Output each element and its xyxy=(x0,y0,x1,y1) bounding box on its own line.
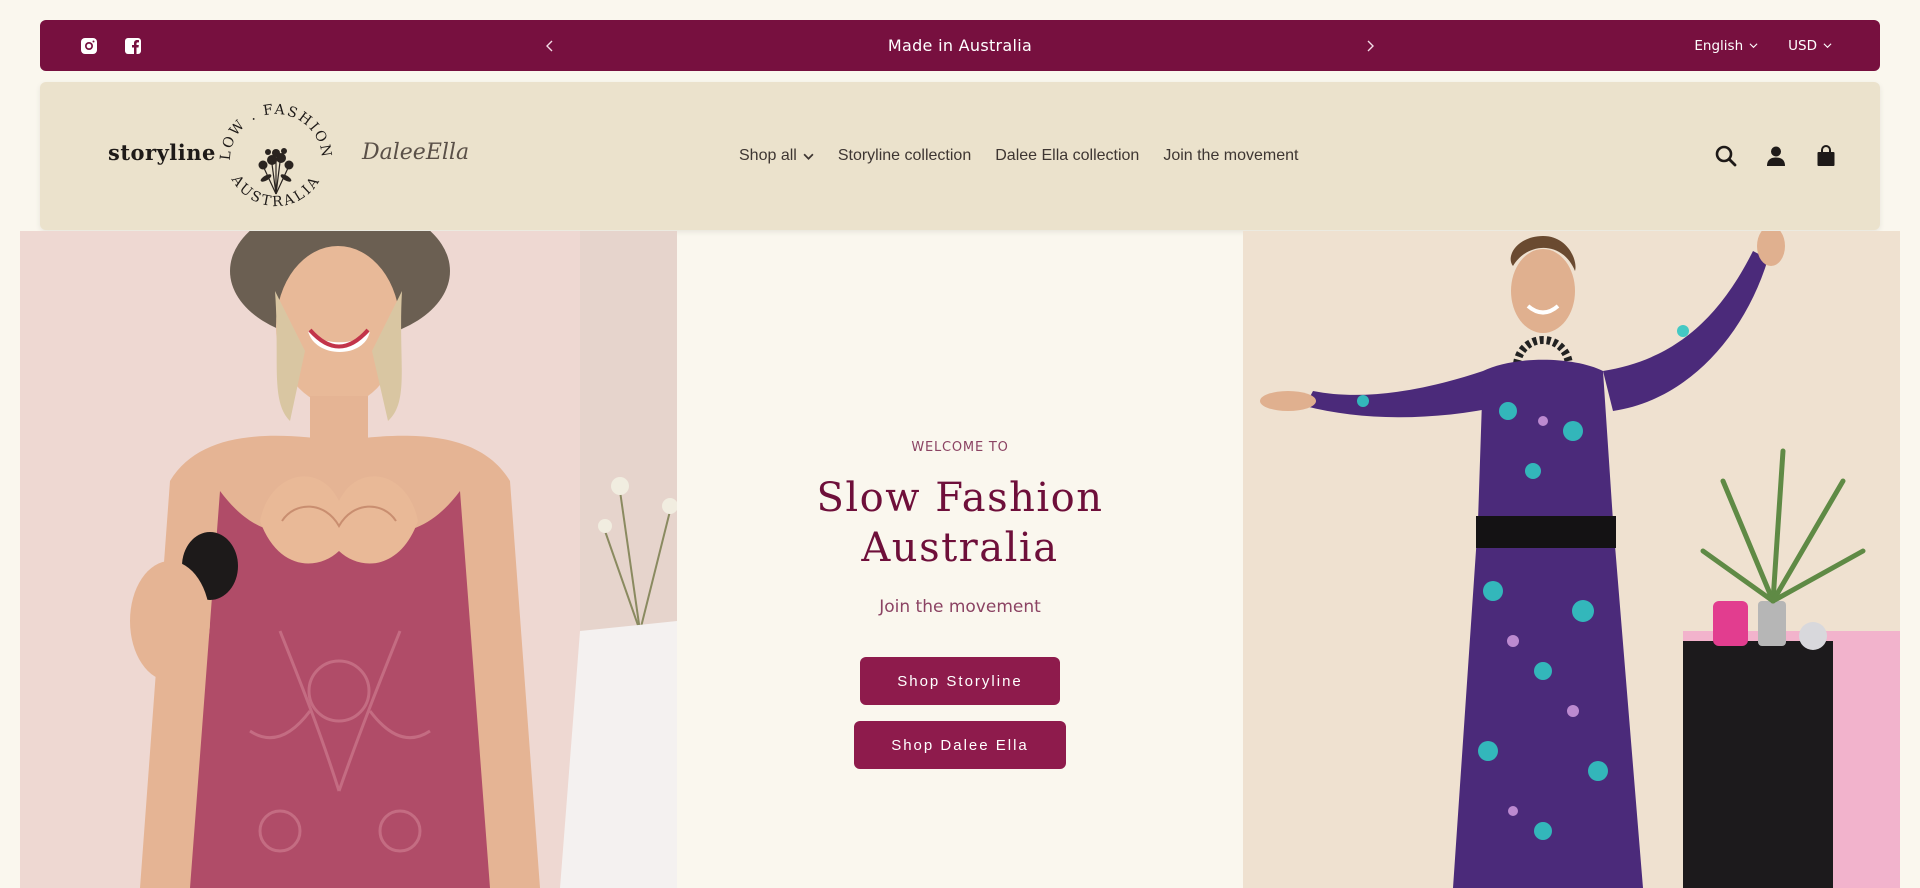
localization: English USD xyxy=(1694,20,1832,71)
nav-join-the-movement[interactable]: Join the movement xyxy=(1163,147,1298,165)
language-selector[interactable]: English xyxy=(1694,38,1758,54)
cart-icon[interactable] xyxy=(1814,144,1838,168)
instagram-icon[interactable] xyxy=(80,37,98,55)
storyline-logo[interactable]: storyline xyxy=(108,140,216,165)
chevron-left-icon[interactable] xyxy=(545,20,555,71)
hero-content: WELCOME TO Slow Fashion Australia Join t… xyxy=(677,231,1243,888)
dalee-ella-logo[interactable]: DaleeElla xyxy=(362,140,469,165)
currency-selector[interactable]: USD xyxy=(1788,38,1832,54)
slow-fashion-australia-seal-logo[interactable]: SLOW . FASHION . AUSTRALIA xyxy=(212,94,340,218)
nav-label: Join the movement xyxy=(1163,147,1299,164)
site-header: storyline SLOW . FASHION . AUSTRALIA Dal… xyxy=(40,82,1880,230)
shop-storyline-button[interactable]: Shop Storyline xyxy=(860,657,1060,705)
hero-image-storyline xyxy=(20,231,677,888)
announcement-text: Made in Australia xyxy=(887,36,1033,55)
header-icons xyxy=(1714,82,1838,230)
shop-dalee-ella-button[interactable]: Shop Dalee Ella xyxy=(854,721,1066,769)
nav-shop-all[interactable]: Shop all xyxy=(739,147,814,165)
nav-label: Storyline collection xyxy=(837,147,972,164)
chevron-down-icon xyxy=(1749,43,1758,49)
chevron-down-icon xyxy=(803,153,814,160)
nav-storyline-collection[interactable]: Storyline collection xyxy=(838,147,971,165)
facebook-icon[interactable] xyxy=(124,37,142,55)
nav-label: Dalee Ella collection xyxy=(995,147,1140,164)
nav-label: Shop all xyxy=(739,147,797,164)
social-links xyxy=(80,20,142,71)
hero-image-dalee-ella xyxy=(1243,231,1900,888)
hero-subtitle: Join the movement xyxy=(879,597,1041,617)
chevron-right-icon[interactable] xyxy=(1365,20,1375,71)
language-label: English xyxy=(1694,37,1744,54)
search-icon[interactable] xyxy=(1714,144,1738,168)
chevron-down-icon xyxy=(1823,43,1832,49)
account-icon[interactable] xyxy=(1764,144,1788,168)
hero-eyebrow: WELCOME TO xyxy=(911,440,1009,455)
announcement-bar: Made in Australia English USD xyxy=(40,20,1880,71)
currency-label: USD xyxy=(1788,37,1817,54)
hero-title: Slow Fashion Australia xyxy=(816,475,1104,571)
nav-dalee-ella-collection[interactable]: Dalee Ella collection xyxy=(995,147,1139,165)
main-navigation: Shop all Storyline collection Dalee Ella… xyxy=(739,82,1299,230)
